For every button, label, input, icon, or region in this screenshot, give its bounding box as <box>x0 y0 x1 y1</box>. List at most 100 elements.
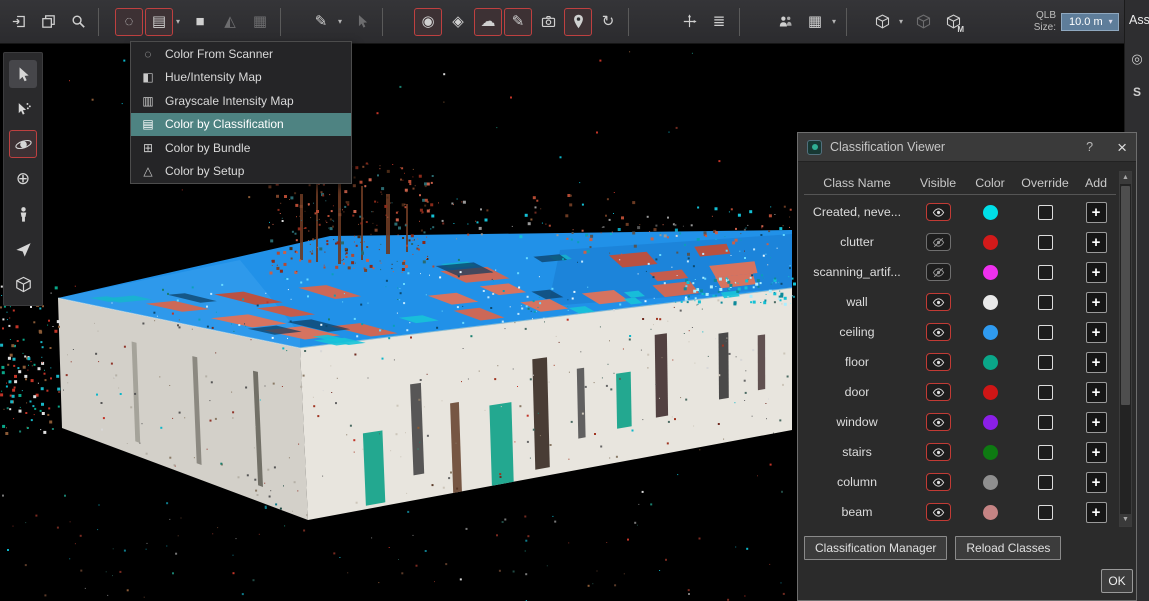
override-checkbox[interactable] <box>1038 205 1053 220</box>
class-color-swatch[interactable] <box>983 295 998 310</box>
visibility-on-button[interactable] <box>926 293 951 311</box>
image-color-button[interactable]: ▦ <box>246 8 274 36</box>
visibility-on-button[interactable] <box>926 503 951 521</box>
class-color-swatch[interactable] <box>983 325 998 340</box>
override-checkbox[interactable] <box>1038 445 1053 460</box>
add-points-button[interactable]: + <box>1086 292 1107 313</box>
scrollbar-thumb[interactable] <box>1121 186 1130 405</box>
visibility-off-button[interactable] <box>926 263 951 281</box>
menu-color-from-scanner[interactable]: ◌Color From Scanner <box>131 42 351 66</box>
add-points-button[interactable]: + <box>1086 412 1107 433</box>
marker-annotation-button[interactable]: ✎ <box>504 8 532 36</box>
override-checkbox[interactable] <box>1038 235 1053 250</box>
qlb-size-input[interactable]: 10.0 m ▾ <box>1061 13 1119 31</box>
clipping-box-button[interactable] <box>9 270 37 298</box>
duplicate-view-button[interactable] <box>34 8 62 36</box>
import-project-button[interactable] <box>4 8 32 36</box>
class-color-swatch[interactable] <box>983 475 998 490</box>
zoom-button[interactable] <box>64 8 92 36</box>
menu-color-by-setup[interactable]: △Color by Setup <box>131 160 351 184</box>
visibility-on-button[interactable] <box>926 383 951 401</box>
add-points-button[interactable]: + <box>1086 262 1107 283</box>
point-annotation-button[interactable]: ◉ <box>414 8 442 36</box>
classification-viewer-titlebar[interactable]: Classification Viewer ? × <box>798 133 1136 162</box>
menu-color-by-classification[interactable]: ▤Color by Classification <box>131 113 351 137</box>
cloud-annotation-button[interactable]: ☁ <box>474 8 502 36</box>
registration-button[interactable]: ≣ <box>705 8 733 36</box>
view-cube-icon <box>874 13 891 30</box>
override-checkbox[interactable] <box>1038 265 1053 280</box>
add-points-button[interactable]: + <box>1086 472 1107 493</box>
override-checkbox[interactable] <box>1038 295 1053 310</box>
class-color-swatch[interactable] <box>983 385 998 400</box>
class-color-swatch[interactable] <box>983 265 998 280</box>
walkthrough-button[interactable] <box>9 200 37 228</box>
point-select-button[interactable] <box>9 95 37 123</box>
transform-button[interactable] <box>675 8 703 36</box>
scrollbar-track[interactable]: ▲ ▼ <box>1119 171 1132 527</box>
class-color-swatch[interactable] <box>983 505 998 520</box>
snap-grid-button[interactable]: ▦ <box>801 8 829 36</box>
tag-annotation-button[interactable]: ◈ <box>444 8 472 36</box>
add-points-button[interactable]: + <box>1086 202 1107 223</box>
view-cube-button[interactable] <box>868 8 896 36</box>
add-points-button[interactable]: + <box>1086 352 1107 373</box>
chevron-down-icon[interactable]: ▾ <box>899 17 907 26</box>
override-checkbox[interactable] <box>1038 505 1053 520</box>
orbit-tool-button[interactable] <box>9 130 37 158</box>
add-points-button[interactable]: + <box>1086 502 1107 523</box>
reload-classes-button[interactable]: Reload Classes <box>955 536 1061 560</box>
wireframe-cube-button[interactable] <box>909 8 937 36</box>
visibility-off-button[interactable] <box>926 233 951 251</box>
camera-annotation-button[interactable] <box>534 8 562 36</box>
color-mode-button[interactable]: ▤ <box>145 8 173 36</box>
class-color-swatch[interactable] <box>983 445 998 460</box>
qlb-cube-button[interactable]: M <box>939 8 967 36</box>
center-view-button[interactable]: ⊕ <box>9 165 37 193</box>
fly-mode-button[interactable] <box>9 235 37 263</box>
visibility-on-button[interactable] <box>926 203 951 221</box>
override-checkbox[interactable] <box>1038 385 1053 400</box>
paint-select-button[interactable] <box>348 8 376 36</box>
add-points-button[interactable]: + <box>1086 322 1107 343</box>
assistant-section-label[interactable]: S <box>1125 85 1149 99</box>
classification-manager-button[interactable]: Classification Manager <box>804 536 947 560</box>
sync-annotations-button[interactable]: ↻ <box>594 8 622 36</box>
select-cursor-button[interactable] <box>9 60 37 88</box>
visibility-on-button[interactable] <box>926 443 951 461</box>
menu-color-by-bundle[interactable]: ⊞Color by Bundle <box>131 136 351 160</box>
class-color-swatch[interactable] <box>983 205 998 220</box>
help-button[interactable]: ? <box>1086 140 1093 154</box>
visibility-on-button[interactable] <box>926 353 951 371</box>
class-color-swatch[interactable] <box>983 355 998 370</box>
class-color-swatch[interactable] <box>983 235 998 250</box>
menu-hue-intensity-map[interactable]: ◧Hue/Intensity Map <box>131 66 351 90</box>
chevron-down-icon[interactable]: ▾ <box>338 17 346 26</box>
collaboration-button[interactable] <box>771 8 799 36</box>
chevron-down-icon[interactable]: ▾ <box>1109 17 1113 26</box>
chevron-down-icon[interactable]: ▾ <box>832 17 840 26</box>
override-checkbox[interactable] <box>1038 325 1053 340</box>
solid-color-button[interactable]: ■ <box>186 8 214 36</box>
color-from-scanner-button[interactable]: ◌ <box>115 8 143 36</box>
close-icon[interactable]: × <box>1117 139 1127 156</box>
visibility-on-button[interactable] <box>926 473 951 491</box>
visibility-on-button[interactable] <box>926 323 951 341</box>
scroll-up-button[interactable]: ▲ <box>1120 172 1131 184</box>
add-points-button[interactable]: + <box>1086 232 1107 253</box>
add-points-button[interactable]: + <box>1086 382 1107 403</box>
visibility-on-button[interactable] <box>926 413 951 431</box>
mesh-color-button[interactable]: ◭ <box>216 8 244 36</box>
override-checkbox[interactable] <box>1038 415 1053 430</box>
override-checkbox[interactable] <box>1038 355 1053 370</box>
scroll-down-button[interactable]: ▼ <box>1120 514 1131 526</box>
add-points-button[interactable]: + <box>1086 442 1107 463</box>
paint-brush-button[interactable]: ✎ <box>307 8 335 36</box>
menu-grayscale-intensity-map[interactable]: ▥Grayscale Intensity Map <box>131 89 351 113</box>
chevron-down-icon[interactable]: ▾ <box>176 17 184 26</box>
override-checkbox[interactable] <box>1038 475 1053 490</box>
ok-button[interactable]: OK <box>1101 569 1133 593</box>
class-color-swatch[interactable] <box>983 415 998 430</box>
assistant-icon[interactable]: ◎ <box>1125 51 1149 67</box>
location-pin-button[interactable] <box>564 8 592 36</box>
